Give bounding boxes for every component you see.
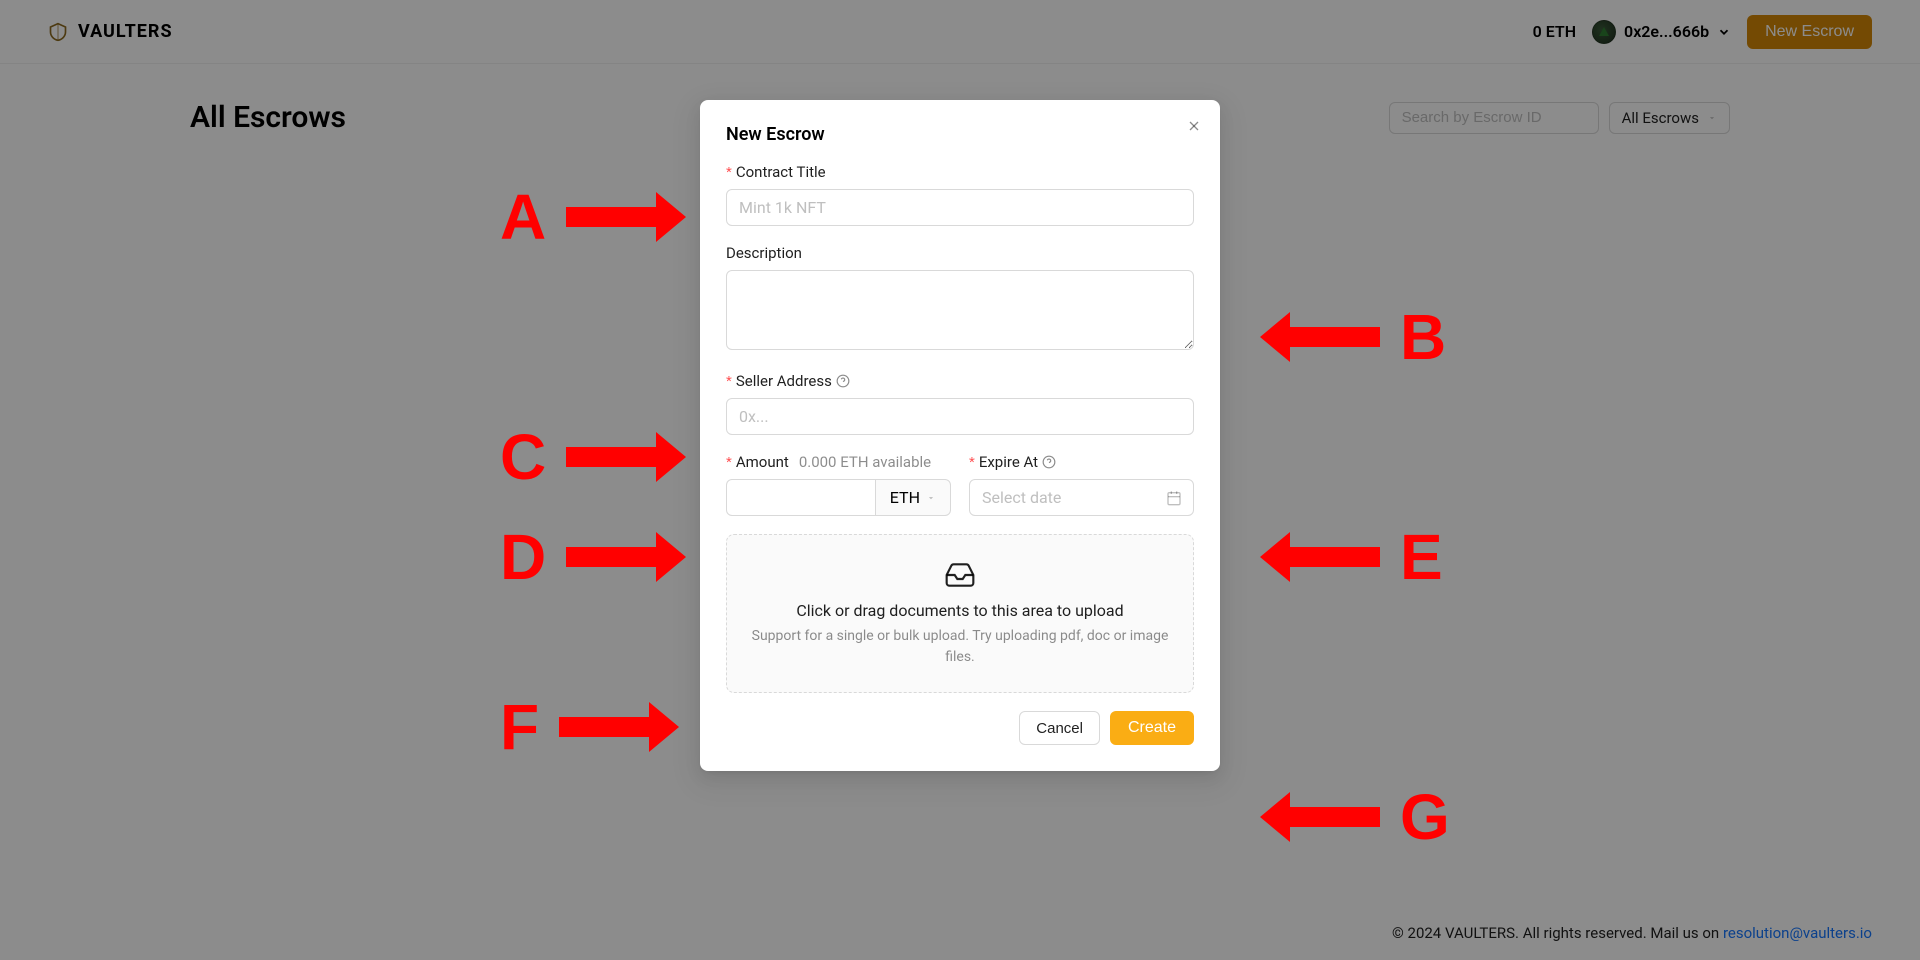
seller-address-row: * Seller Address xyxy=(726,372,1194,435)
amount-available: 0.000 ETH available xyxy=(799,453,931,471)
currency-label: ETH xyxy=(890,488,920,507)
cancel-button[interactable]: Cancel xyxy=(1019,711,1100,745)
amount-label: Amount xyxy=(736,453,789,471)
expire-date-input[interactable] xyxy=(969,479,1194,516)
description-input[interactable] xyxy=(726,270,1194,350)
contract-title-input[interactable] xyxy=(726,189,1194,226)
required-star: * xyxy=(726,373,732,390)
expire-col: * Expire At xyxy=(969,453,1194,516)
expire-date-wrap xyxy=(969,479,1194,516)
seller-address-label: Seller Address xyxy=(736,372,832,390)
help-icon[interactable] xyxy=(836,374,850,388)
inbox-icon xyxy=(944,559,976,591)
contract-title-label: Contract Title xyxy=(736,163,826,181)
upload-area[interactable]: Click or drag documents to this area to … xyxy=(726,534,1194,693)
expire-label: Expire At xyxy=(979,453,1038,471)
modal-overlay[interactable]: New Escrow * Contract Title Description … xyxy=(0,0,1920,960)
close-button[interactable] xyxy=(1186,118,1202,138)
help-icon[interactable] xyxy=(1042,455,1056,469)
close-icon xyxy=(1186,118,1202,134)
seller-address-input[interactable] xyxy=(726,398,1194,435)
amount-input[interactable] xyxy=(726,479,875,516)
calendar-icon xyxy=(1166,490,1182,506)
amount-expire-row: * Amount 0.000 ETH available ETH * Expir… xyxy=(726,453,1194,516)
currency-select[interactable]: ETH xyxy=(875,479,951,516)
amount-input-wrap: ETH xyxy=(726,479,951,516)
modal-actions: Cancel Create xyxy=(726,711,1194,745)
modal-title: New Escrow xyxy=(726,124,1194,145)
create-button[interactable]: Create xyxy=(1110,711,1194,745)
amount-col: * Amount 0.000 ETH available ETH xyxy=(726,453,951,516)
required-star: * xyxy=(726,454,732,471)
contract-title-row: * Contract Title xyxy=(726,163,1194,226)
upload-title: Click or drag documents to this area to … xyxy=(747,601,1173,620)
description-row: Description xyxy=(726,244,1194,354)
new-escrow-modal: New Escrow * Contract Title Description … xyxy=(700,100,1220,771)
required-star: * xyxy=(726,164,732,181)
chevron-down-icon xyxy=(926,493,936,503)
required-star: * xyxy=(969,454,975,471)
description-label: Description xyxy=(726,244,802,262)
upload-hint: Support for a single or bulk upload. Try… xyxy=(747,626,1173,668)
